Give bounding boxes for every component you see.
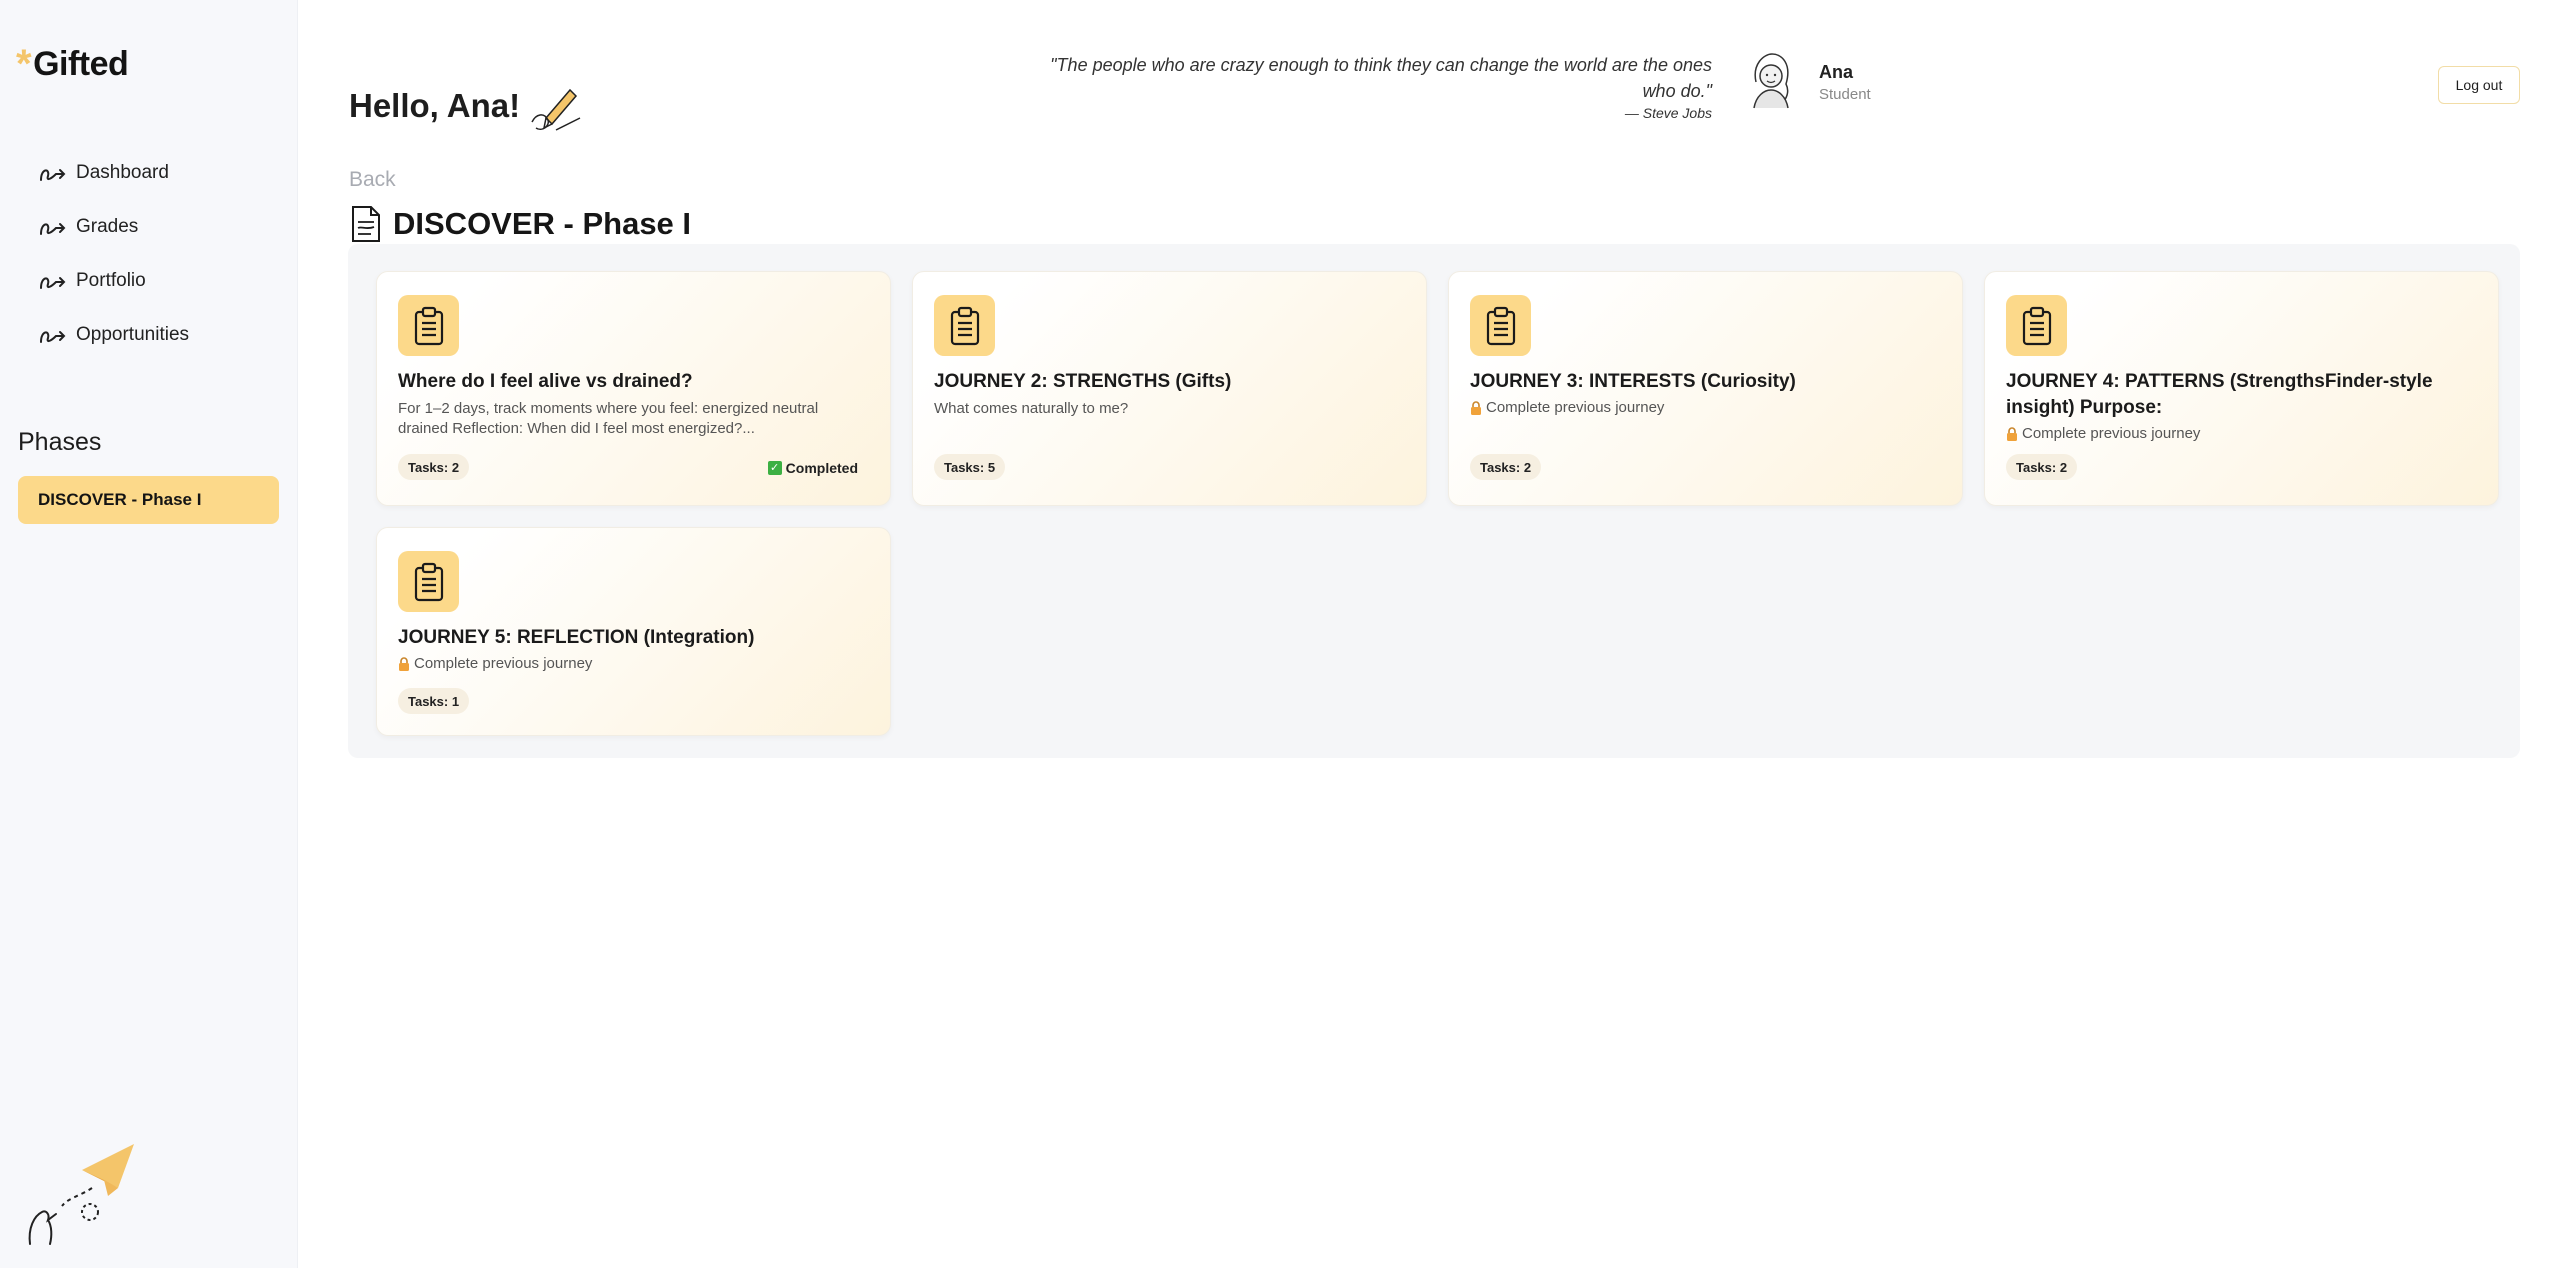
user-name: Ana bbox=[1819, 62, 1854, 82]
phase-item-discover[interactable]: DISCOVER - Phase I bbox=[18, 476, 279, 524]
journey-card[interactable]: JOURNEY 3: INTERESTS (Curiosity) Complet… bbox=[1448, 271, 1963, 506]
journeys-panel: Where do I feel alive vs drained? For 1–… bbox=[348, 244, 2520, 758]
lock-icon bbox=[398, 656, 410, 671]
squiggle-arrow-icon bbox=[40, 223, 66, 235]
sidebar-item-portfolio[interactable]: Portfolio bbox=[38, 254, 189, 308]
greeting: Hello, Ana! bbox=[349, 78, 582, 134]
tasks-badge: Tasks: 1 bbox=[398, 688, 470, 714]
journey-description: For 1–2 days, track moments where you fe… bbox=[398, 400, 819, 437]
phases-heading: Phases bbox=[18, 428, 102, 456]
logo[interactable]: * Gifted bbox=[16, 42, 129, 86]
pencil-hand-icon bbox=[531, 88, 581, 131]
journey-card[interactable]: JOURNEY 2: STRENGTHS (Gifts) What comes … bbox=[912, 271, 1427, 506]
locked-notice: Complete previous journey bbox=[2006, 425, 2200, 442]
clipboard-icon bbox=[1470, 295, 1531, 356]
sidebar-item-dashboard[interactable]: Dashboard bbox=[38, 146, 189, 200]
sidebar-item-label: Portfolio bbox=[76, 270, 146, 291]
quote-text: "The people who are crazy enough to thin… bbox=[1050, 55, 1712, 101]
journey-description: What comes naturally to me? bbox=[934, 400, 1129, 417]
journey-title: Where do I feel alive vs drained? bbox=[398, 371, 693, 392]
clipboard-icon bbox=[398, 295, 459, 356]
squiggle-arrow-icon bbox=[40, 169, 66, 181]
logo-star-icon: * bbox=[16, 42, 32, 86]
journey-title: JOURNEY 2: STRENGTHS (Gifts) bbox=[934, 371, 1232, 392]
page-title: DISCOVER - Phase I bbox=[349, 204, 691, 244]
page-title-text: DISCOVER - Phase I bbox=[393, 206, 692, 241]
clipboard-icon bbox=[398, 551, 459, 612]
document-icon bbox=[352, 206, 380, 242]
sidebar-item-label: Grades bbox=[76, 216, 139, 237]
locked-text: Complete previous journey bbox=[2022, 425, 2201, 442]
tasks-badge: Tasks: 2 bbox=[398, 454, 470, 480]
sidebar-nav: Dashboard Grades Portfolio Opportunities bbox=[38, 146, 189, 362]
sidebar-item-grades[interactable]: Grades bbox=[38, 200, 189, 254]
squiggle-arrow-icon bbox=[40, 277, 66, 289]
locked-notice: Complete previous journey bbox=[1470, 399, 1664, 416]
back-link[interactable]: Back bbox=[349, 168, 396, 192]
lock-icon bbox=[2006, 426, 2018, 441]
journey-title: JOURNEY 4: PATTERNS (StrengthsFinder-sty… bbox=[2006, 371, 2433, 418]
sidebar-item-label: Opportunities bbox=[76, 324, 190, 345]
sidebar-item-label: Dashboard bbox=[76, 162, 169, 183]
user-role: Student bbox=[1819, 86, 1871, 103]
clipboard-icon bbox=[934, 295, 995, 356]
logo-text: Gifted bbox=[33, 44, 129, 83]
locked-notice: Complete previous journey bbox=[398, 655, 592, 672]
clipboard-icon bbox=[2006, 295, 2067, 356]
tasks-badge: Tasks: 2 bbox=[2006, 454, 2078, 480]
logout-button[interactable]: Log out bbox=[2438, 66, 2520, 104]
journey-card[interactable]: JOURNEY 5: REFLECTION (Integration) Comp… bbox=[376, 527, 891, 736]
check-icon: ✓ bbox=[767, 461, 782, 475]
status-badge: ✓ Completed bbox=[767, 460, 858, 476]
tasks-badge: Tasks: 2 bbox=[1470, 454, 1542, 480]
journey-title: JOURNEY 3: INTERESTS (Curiosity) bbox=[1470, 371, 1796, 392]
quote: "The people who are crazy enough to thin… bbox=[1040, 52, 1712, 122]
status-text: Completed bbox=[785, 460, 858, 476]
journey-card[interactable]: Where do I feel alive vs drained? For 1–… bbox=[376, 271, 891, 506]
journey-title: JOURNEY 5: REFLECTION (Integration) bbox=[398, 627, 755, 648]
locked-text: Complete previous journey bbox=[1486, 399, 1665, 416]
lock-icon bbox=[1470, 400, 1482, 415]
sidebar-item-opportunities[interactable]: Opportunities bbox=[38, 308, 189, 362]
locked-text: Complete previous journey bbox=[414, 655, 593, 672]
greeting-text: Hello, Ana! bbox=[349, 87, 521, 124]
sidebar: * Gifted Dashboard Grades Portfolio Oppo… bbox=[0, 0, 298, 1268]
avatar[interactable] bbox=[1746, 52, 1796, 110]
journey-card[interactable]: JOURNEY 4: PATTERNS (StrengthsFinder-sty… bbox=[1984, 271, 2499, 506]
quote-author: — Steve Jobs bbox=[1624, 105, 1712, 121]
paper-plane-illustration-icon bbox=[28, 1144, 134, 1245]
tasks-badge: Tasks: 5 bbox=[934, 454, 1006, 480]
squiggle-arrow-icon bbox=[40, 331, 66, 343]
